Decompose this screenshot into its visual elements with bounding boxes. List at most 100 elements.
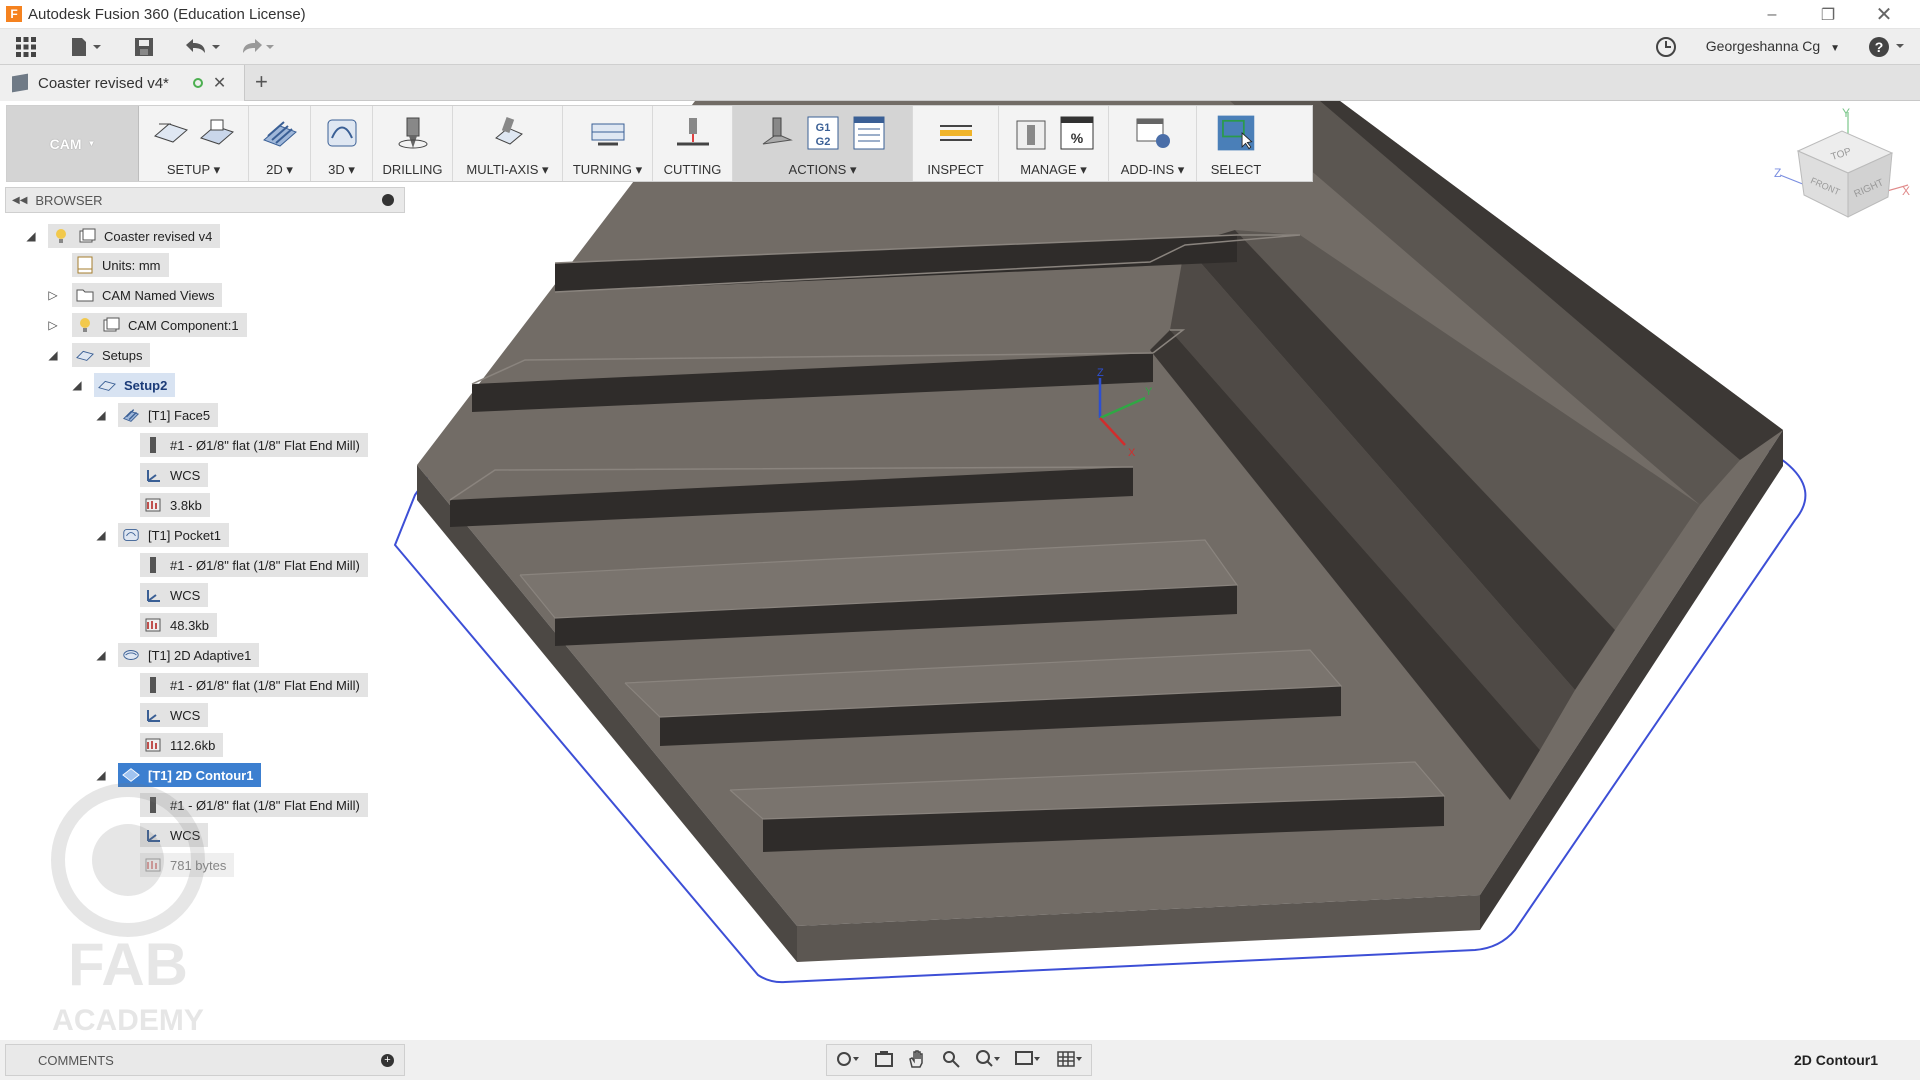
save-icon[interactable]	[130, 33, 158, 61]
svg-text:G1: G1	[815, 122, 830, 134]
job-status-clock-icon[interactable]	[1652, 33, 1680, 61]
tree-item-wcs[interactable]: WCS	[140, 582, 209, 608]
setup-group[interactable]: SETUP ▾	[139, 106, 249, 181]
expand-triangle-icon[interactable]: ▷	[46, 288, 60, 302]
collapse-triangle-icon[interactable]: ◢	[94, 408, 108, 422]
document-tab-label: Coaster revised v4*	[38, 74, 169, 92]
adaptive-op-icon	[122, 646, 140, 664]
tree-item-tool[interactable]: #1 - Ø1/8" flat (1/8" Flat End Mill)	[140, 432, 368, 458]
simulate-icon[interactable]	[757, 113, 797, 153]
setup-sheet-doc-icon[interactable]	[849, 113, 889, 153]
tree-item-units[interactable]: Units: mm	[72, 252, 169, 278]
tree-item-label: CAM Named Views	[102, 287, 215, 303]
document-tab[interactable]: Coaster revised v4* ✕	[0, 65, 245, 101]
fit-icon[interactable]	[975, 1049, 1001, 1072]
multi-axis-icon[interactable]	[488, 113, 528, 153]
look-at-icon[interactable]	[874, 1049, 894, 1072]
tree-item-setups[interactable]: ◢ Setups	[46, 342, 151, 368]
visibility-bulb-icon[interactable]	[76, 316, 94, 334]
restore-button[interactable]: ❐	[1800, 0, 1856, 29]
new-tab-button[interactable]: +	[255, 69, 268, 95]
browser-pin-icon[interactable]	[382, 194, 394, 206]
post-process-icon[interactable]: G1 G2	[803, 113, 843, 153]
tree-item-wcs[interactable]: WCS	[140, 462, 209, 488]
multi-axis-group[interactable]: MULTI-AXIS ▾	[453, 106, 563, 181]
user-account-menu[interactable]: Georgeshanna Cg ▼	[1706, 38, 1840, 54]
tree-item-operation[interactable]: ◢ [T1] Face5	[94, 402, 219, 428]
tree-item-label: Units: mm	[102, 257, 161, 273]
tree-item-label: Setups	[102, 347, 143, 363]
tree-item-toolpath[interactable]: 3.8kb	[140, 492, 210, 518]
tree-item-cam-component[interactable]: ▷ CAM Component:1	[46, 312, 247, 338]
measure-icon[interactable]	[936, 113, 976, 153]
tree-item-root[interactable]: ◢ Coaster revised v4	[24, 223, 221, 249]
tree-item-toolpath[interactable]: 48.3kb	[140, 612, 218, 638]
2d-group[interactable]: 2D ▾	[249, 106, 311, 181]
cutting-group[interactable]: CUTTING	[653, 106, 733, 181]
2d-face-icon[interactable]	[260, 113, 300, 153]
collapse-triangle-icon[interactable]: ◢	[46, 348, 60, 362]
collapse-browser-icon[interactable]: ◀◀	[12, 195, 27, 206]
setup-icon	[76, 346, 94, 364]
comments-panel-header[interactable]: COMMENTS +	[5, 1044, 405, 1076]
tree-item-operation[interactable]: ◢ [T1] Pocket1	[94, 522, 229, 548]
tree-item-operation[interactable]: ◢ [T1] 2D Adaptive1	[94, 642, 260, 668]
drill-icon[interactable]	[393, 113, 433, 153]
help-icon[interactable]: ?	[1866, 33, 1910, 61]
close-button[interactable]: ✕	[1856, 0, 1912, 29]
browser-title: BROWSER	[35, 192, 103, 208]
add-ins-group[interactable]: ADD-INS ▾	[1109, 106, 1197, 181]
pan-hand-icon[interactable]	[907, 1049, 927, 1072]
tree-item-label: #1 - Ø1/8" flat (1/8" Flat End Mill)	[170, 677, 360, 693]
turning-group[interactable]: TURNING ▾	[563, 106, 653, 181]
collapse-triangle-icon[interactable]: ◢	[94, 528, 108, 542]
tree-item-label: WCS	[170, 467, 201, 483]
select-group[interactable]: SELECT	[1197, 106, 1275, 181]
pocket-op-icon	[122, 526, 140, 544]
workspace-switcher[interactable]: CAM ▼	[7, 106, 139, 181]
actions-group[interactable]: G1 G2 ACTIONS ▾	[733, 106, 913, 181]
manage-group[interactable]: % MANAGE ▾	[999, 106, 1109, 181]
redo-icon[interactable]	[234, 33, 278, 61]
scripts-addins-icon[interactable]	[1133, 113, 1173, 153]
wcs-icon	[144, 466, 162, 484]
select-cursor-icon[interactable]	[1216, 113, 1256, 153]
inspect-group[interactable]: INSPECT	[913, 106, 999, 181]
collapse-triangle-icon[interactable]: ◢	[24, 229, 38, 243]
close-tab-icon[interactable]: ✕	[213, 73, 226, 93]
expand-triangle-icon[interactable]: ▷	[46, 318, 60, 332]
drilling-group[interactable]: DRILLING	[373, 106, 453, 181]
tool-library-icon[interactable]	[1011, 113, 1051, 153]
undo-icon[interactable]	[180, 33, 224, 61]
file-menu-icon[interactable]	[66, 33, 106, 61]
visibility-bulb-icon[interactable]	[52, 227, 70, 245]
turning-icon[interactable]	[588, 113, 628, 153]
tree-item-wcs[interactable]: WCS	[140, 702, 209, 728]
3d-group[interactable]: 3D ▾	[311, 106, 373, 181]
tree-item-tool[interactable]: #1 - Ø1/8" flat (1/8" Flat End Mill)	[140, 672, 368, 698]
new-setup-icon[interactable]	[151, 113, 191, 153]
data-panel-grid-icon[interactable]	[12, 33, 40, 61]
display-settings-icon[interactable]	[1014, 1049, 1042, 1072]
view-cube[interactable]: TOP FRONT RIGHT Y Z X	[1772, 107, 1914, 247]
window-title: Autodesk Fusion 360 (Education License)	[28, 5, 306, 23]
orbit-icon[interactable]	[834, 1049, 860, 1072]
tree-item-named-views[interactable]: ▷ CAM Named Views	[46, 282, 223, 308]
tree-item-label: [T1] Pocket1	[148, 527, 221, 543]
tool-icon	[144, 676, 162, 694]
add-comment-icon[interactable]: +	[381, 1054, 394, 1067]
zoom-icon[interactable]	[941, 1049, 961, 1072]
tree-item-setup2[interactable]: ◢ Setup2	[70, 372, 176, 398]
template-library-icon[interactable]: %	[1057, 113, 1097, 153]
minimize-button[interactable]: –	[1744, 0, 1800, 29]
grid-settings-icon[interactable]	[1056, 1049, 1084, 1072]
svg-text:?: ?	[1875, 39, 1884, 55]
cutting-icon[interactable]	[673, 113, 713, 153]
tree-item-tool[interactable]: #1 - Ø1/8" flat (1/8" Flat End Mill)	[140, 552, 368, 578]
browser-header[interactable]: ◀◀ BROWSER	[5, 187, 405, 213]
collapse-triangle-icon[interactable]: ◢	[70, 378, 84, 392]
tree-item-toolpath[interactable]: 112.6kb	[140, 732, 224, 758]
setup-sheet-icon[interactable]	[197, 113, 237, 153]
collapse-triangle-icon[interactable]: ◢	[94, 648, 108, 662]
3d-adaptive-icon[interactable]	[322, 113, 362, 153]
